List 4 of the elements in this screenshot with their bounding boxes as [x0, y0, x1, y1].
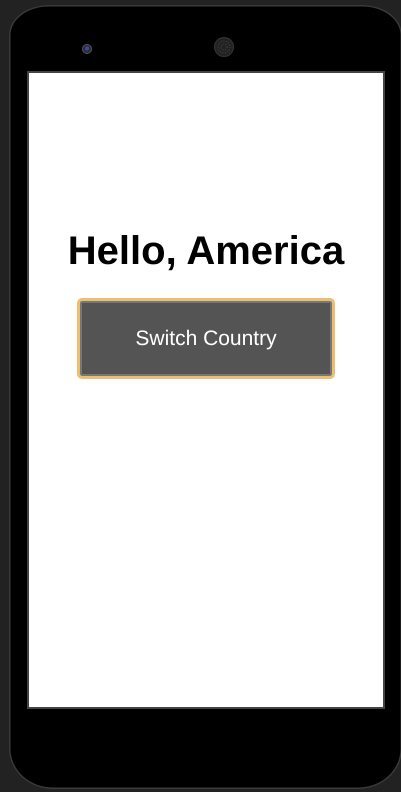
switch-country-button[interactable]: Switch Country	[80, 301, 332, 376]
camera-icon	[82, 44, 92, 54]
greeting-heading: Hello, America	[68, 228, 344, 275]
speaker-icon	[214, 37, 234, 57]
